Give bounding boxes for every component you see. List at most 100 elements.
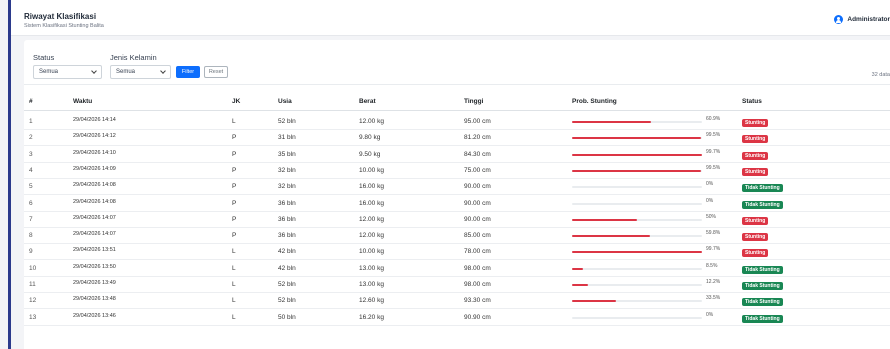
status-badge: Tidak Stunting (742, 200, 783, 209)
row-age: 36 bln (278, 232, 296, 240)
row-height: 95.00 cm (464, 118, 491, 125)
history-card: Status Semua Jenis Kelamin Semua Filter … (24, 40, 890, 349)
row-height: 98.00 cm (464, 264, 491, 272)
row-number: 10 (29, 264, 37, 272)
probability-text: 99.7% (706, 148, 721, 155)
row-age: 31 bln (278, 134, 296, 142)
column-header-gender: JK (232, 98, 241, 105)
column-header-weight: Berat (359, 98, 376, 105)
row-weight: 13.00 kg (359, 281, 384, 288)
status-badge: Tidak Stunting (742, 184, 783, 193)
status-filter-label: Status (33, 53, 55, 62)
row-gender: L (232, 297, 236, 305)
row-weight: 16.00 kg (359, 183, 384, 191)
gender-filter-label: Jenis Kelamin (110, 53, 157, 62)
row-number: 9 (29, 248, 33, 256)
status-badge: Stunting (742, 216, 769, 225)
probability-text: 0% (706, 311, 714, 318)
row-time: 29/04/2026 14:12 (73, 133, 116, 140)
table-row: 12 29/04/2026 13:48 L 52 bln 12.60 kg 93.30 c… (24, 293, 890, 310)
gender-filter-select[interactable]: Semua (110, 65, 171, 79)
row-number: 1 (29, 118, 33, 125)
reset-button[interactable]: Reset (204, 66, 228, 78)
probability-bar-fill (572, 121, 652, 123)
user-name: Administrator (847, 16, 890, 23)
row-height: 75.00 cm (464, 166, 491, 174)
probability-bar-track (572, 267, 702, 270)
probability-text: 50% (706, 213, 717, 220)
row-time: 29/04/2026 13:51 (73, 247, 116, 254)
row-gender: P (232, 183, 237, 191)
probability-bar-fill (572, 251, 702, 254)
probability-text: 0% (706, 181, 714, 188)
row-height: 78.00 cm (464, 248, 491, 256)
data-count: 32 data (871, 72, 890, 78)
row-number: 3 (29, 150, 33, 158)
table-row: 4 29/04/2026 14:09 P 32 bln 10.00 kg 75.00 cm… (24, 163, 890, 179)
probability-bar-track (572, 153, 702, 156)
status-badge: Stunting (742, 249, 769, 258)
table-row: 2 29/04/2026 14:12 P 31 bln 9.80 kg 81.20 cm 9… (24, 130, 890, 147)
row-time: 29/04/2026 13:46 (73, 312, 116, 319)
row-age: 32 bln (278, 166, 296, 174)
filter-button[interactable]: Filter (176, 66, 200, 78)
probability-bar-track (572, 121, 702, 123)
row-time: 29/04/2026 14:14 (73, 117, 116, 123)
probability-bar-fill (572, 235, 650, 238)
column-header-status: Status (742, 98, 762, 105)
probability-text: 0% (706, 197, 714, 204)
row-weight: 10.00 kg (359, 166, 384, 174)
probability-bar-fill (572, 284, 588, 286)
probability-bar-track (572, 186, 702, 189)
user-menu[interactable]: Administrator (834, 15, 890, 24)
row-gender: L (232, 313, 236, 321)
row-weight: 13.00 kg (359, 264, 384, 272)
probability-bar-track (572, 284, 702, 286)
column-header-probability: Prob. Stunting (572, 98, 617, 105)
status-badge: Tidak Stunting (742, 314, 783, 323)
table-header-divider (24, 110, 890, 111)
row-number: 12 (29, 297, 37, 305)
row-gender: L (232, 118, 236, 125)
table-row: 11 29/04/2026 13:49 L 52 bln 13.00 kg 98.00 c… (24, 277, 890, 293)
row-gender: L (232, 248, 236, 256)
probability-text: 99.5% (706, 164, 721, 171)
probability-bar-track (572, 251, 702, 254)
row-weight: 16.20 kg (359, 313, 384, 321)
column-header-number: # (29, 98, 33, 105)
row-number: 13 (29, 313, 37, 321)
row-time: 29/04/2026 13:48 (73, 296, 116, 303)
probability-bar-fill (572, 169, 702, 172)
row-time: 29/04/2026 14:10 (73, 149, 116, 156)
row-age: 52 bln (278, 118, 296, 125)
probability-bar-track (572, 137, 702, 140)
user-avatar-icon (834, 15, 844, 24)
row-weight: 9.80 kg (359, 134, 381, 142)
row-age: 52 bln (278, 297, 296, 305)
status-badge: Tidak Stunting (742, 265, 783, 274)
row-weight: 10.00 kg (359, 248, 384, 256)
row-number: 7 (29, 215, 33, 223)
row-number: 2 (29, 134, 33, 142)
probability-bar-fill (572, 300, 616, 303)
status-filter-select[interactable]: Semua (33, 65, 102, 79)
row-gender: P (232, 199, 237, 207)
probability-text: 99.7% (706, 246, 721, 253)
row-time: 29/04/2026 14:08 (73, 182, 116, 189)
probability-text: 99.5% (706, 132, 721, 139)
table-row: 5 29/04/2026 14:08 P 32 bln 16.00 kg 90.00 cm… (24, 179, 890, 196)
probability-bar-track (572, 235, 702, 238)
status-badge: Stunting (742, 151, 769, 160)
probability-bar-track (572, 316, 702, 319)
row-gender: L (232, 264, 236, 272)
row-weight: 16.00 kg (359, 199, 384, 207)
gender-filter-value: Semua (116, 69, 136, 75)
row-height: 84.30 cm (464, 150, 491, 158)
row-weight: 12.00 kg (359, 232, 384, 240)
row-weight: 12.00 kg (359, 215, 384, 223)
row-height: 90.00 cm (464, 183, 491, 191)
table-row: 3 29/04/2026 14:10 P 35 bln 9.50 kg 84.30 cm 9… (24, 147, 890, 163)
row-number: 8 (29, 232, 33, 240)
table-row: 7 29/04/2026 14:07 P 36 bln 12.00 kg 90.00 cm… (24, 212, 890, 228)
probability-bar-fill (572, 267, 584, 270)
